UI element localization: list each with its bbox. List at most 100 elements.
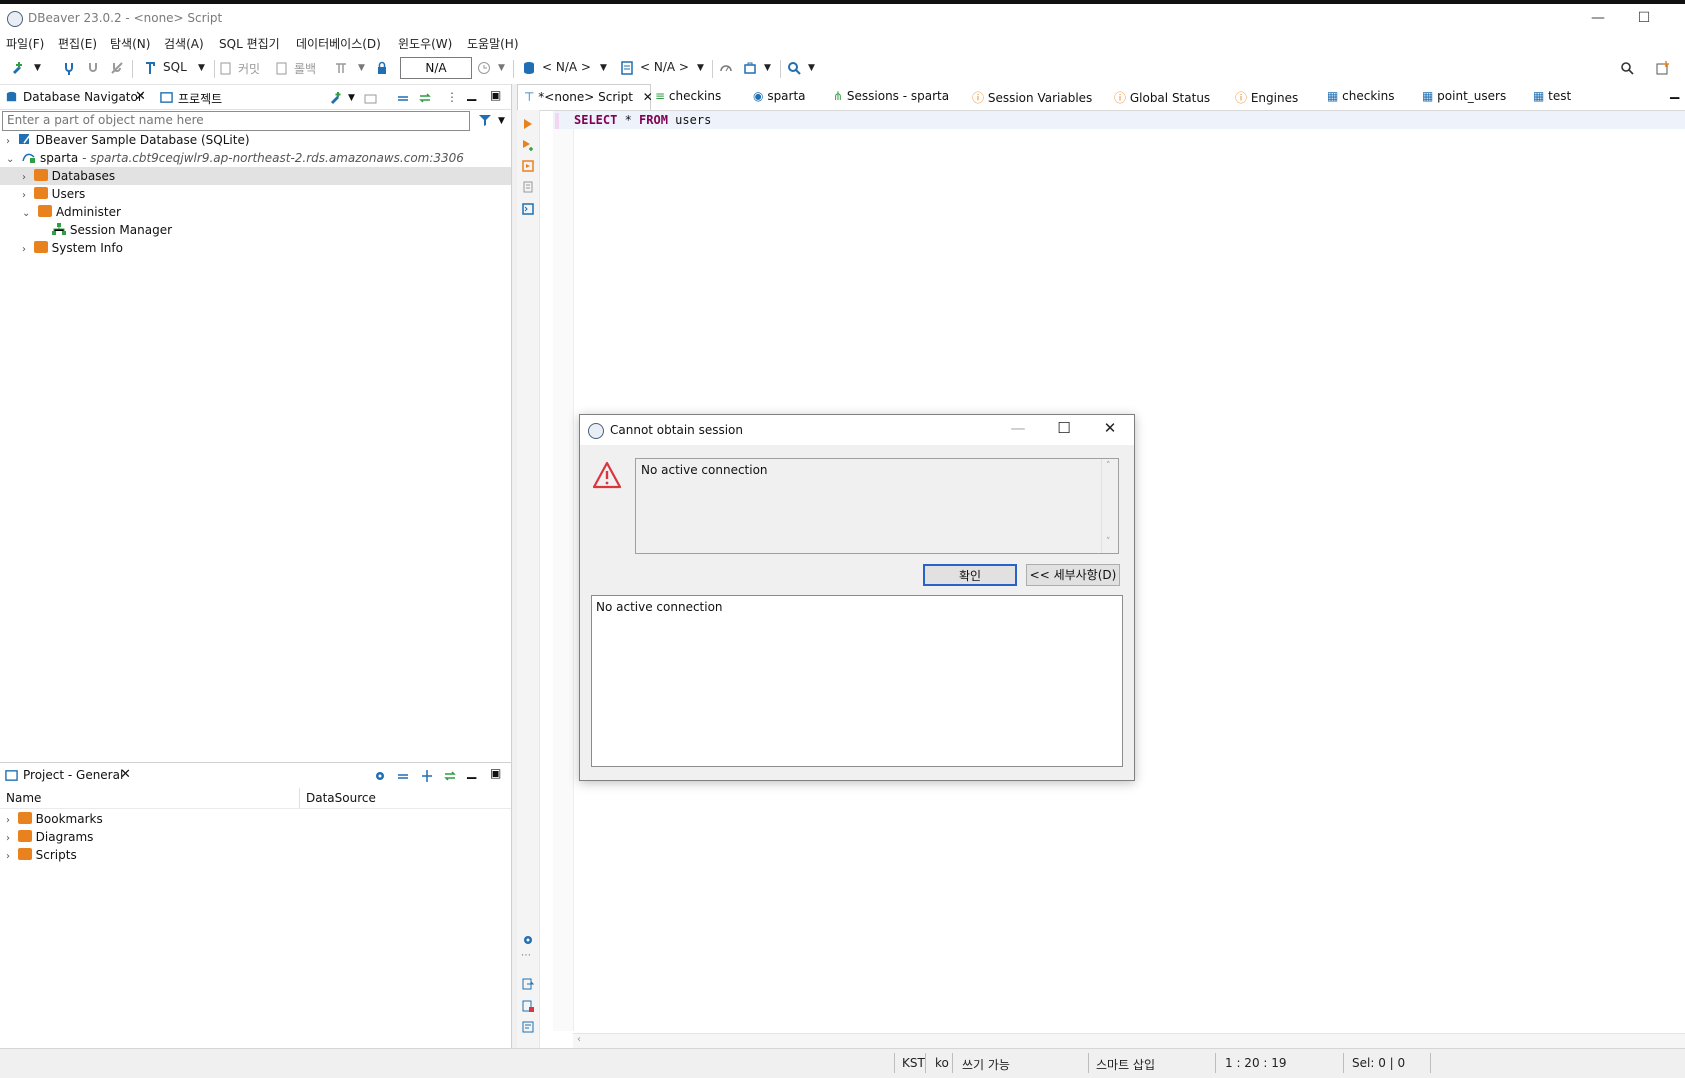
- tree-item[interactable]: › Diagrams: [0, 828, 511, 846]
- column-header-name[interactable]: Name: [6, 791, 41, 805]
- sql-editor-dropdown[interactable]: ▼: [198, 63, 205, 81]
- tab-sparta[interactable]: ◉ sparta: [753, 89, 806, 103]
- tree-item[interactable]: › Bookmarks: [0, 810, 511, 828]
- export-icon[interactable]: [522, 978, 534, 990]
- sql-editor-icon[interactable]: [143, 61, 157, 75]
- schema-dropdown[interactable]: ▼: [697, 63, 704, 81]
- menu-edit[interactable]: 편집(E): [58, 35, 97, 52]
- tab-session-variables[interactable]: ⓘ Session Variables: [972, 89, 1092, 106]
- datasource-dropdown[interactable]: ▼: [600, 63, 607, 81]
- scroll-up-icon[interactable]: ˄: [1106, 461, 1111, 471]
- maximize-view-icon[interactable]: ▣: [490, 88, 501, 102]
- minimize-button[interactable]: —: [1588, 10, 1608, 26]
- horizontal-scrollbar[interactable]: ‹: [573, 1033, 1685, 1048]
- new-connection-icon[interactable]: [328, 91, 342, 105]
- close-icon[interactable]: ✕: [135, 89, 146, 104]
- tools-dropdown[interactable]: ▼: [764, 63, 771, 81]
- tree-item[interactable]: › Scripts: [0, 846, 511, 864]
- active-schema-selector[interactable]: < N/A >: [640, 60, 689, 78]
- execute-in-new-tab-icon[interactable]: [522, 139, 534, 151]
- menu-file[interactable]: 파일(F): [6, 35, 44, 52]
- link-with-editor-icon[interactable]: [443, 769, 457, 783]
- global-search-icon[interactable]: [1620, 61, 1634, 75]
- expand-icon[interactable]: ›: [22, 190, 26, 201]
- tree-item[interactable]: › System Info: [0, 239, 511, 257]
- active-datasource-selector[interactable]: < N/A >: [542, 60, 591, 78]
- collapse-icon[interactable]: ⌄: [6, 154, 14, 165]
- datasource-icon[interactable]: [522, 61, 536, 75]
- commit-icon[interactable]: [219, 61, 233, 75]
- execute-script-icon[interactable]: [522, 160, 534, 172]
- new-connection-dropdown[interactable]: ▼: [348, 93, 355, 103]
- rollback-button[interactable]: 롤백: [294, 60, 316, 78]
- menu-database[interactable]: 데이터베이스(D): [296, 35, 381, 52]
- scroll-down-icon[interactable]: ˅: [1106, 537, 1111, 547]
- tab-project-general[interactable]: Project - General: [23, 768, 123, 782]
- rollback-icon[interactable]: [275, 61, 289, 75]
- filter-dropdown[interactable]: ▼: [498, 116, 505, 126]
- close-button[interactable]: ✕: [1098, 419, 1122, 439]
- settings-gear-icon[interactable]: [522, 934, 534, 946]
- tab-database-navigator[interactable]: Database Navigator: [23, 90, 143, 104]
- transaction-log-field[interactable]: N/A: [400, 57, 472, 79]
- invalidate-icon[interactable]: [110, 61, 124, 75]
- terminal-icon[interactable]: [522, 203, 534, 215]
- disconnect-icon[interactable]: [86, 61, 100, 75]
- details-toggle-button[interactable]: << 세부사항(D): [1026, 564, 1120, 586]
- minimize-view-icon[interactable]: ▁: [467, 87, 476, 101]
- collapse-all-icon[interactable]: [396, 91, 410, 105]
- tree-item[interactable]: › Databases: [0, 167, 511, 185]
- tab-test[interactable]: ▦ test: [1533, 89, 1571, 103]
- menu-window[interactable]: 윈도우(W): [398, 35, 452, 52]
- menu-search[interactable]: 검색(A): [164, 35, 204, 52]
- commit-button[interactable]: 커밋: [238, 60, 260, 78]
- tab-checkins-editor[interactable]: ≡ checkins: [655, 89, 721, 103]
- menu-navigate[interactable]: 탐색(N): [110, 35, 150, 52]
- tab-none-script[interactable]: ⊤ *<none> Script ✕: [517, 84, 653, 110]
- maximize-button[interactable]: ☐: [1052, 419, 1076, 439]
- scroll-left-icon[interactable]: ‹: [577, 1034, 581, 1045]
- tools-icon[interactable]: [743, 61, 757, 75]
- tab-sessions-sparta[interactable]: ⋔ Sessions - sparta: [833, 89, 949, 103]
- schema-icon[interactable]: [620, 61, 634, 75]
- collapse-all-icon[interactable]: [396, 769, 410, 783]
- expand-all-icon[interactable]: [420, 769, 434, 783]
- tab-point-users[interactable]: ▦ point_users: [1422, 89, 1506, 103]
- minimize-view-icon[interactable]: ▁: [467, 765, 476, 779]
- more-actions-icon[interactable]: ⋯: [521, 950, 531, 961]
- problems-icon[interactable]: [522, 1000, 534, 1012]
- close-icon[interactable]: ✕: [643, 90, 653, 104]
- collapse-icon[interactable]: ⌄: [22, 208, 30, 219]
- connect-icon[interactable]: [62, 61, 76, 75]
- settings-gear-icon[interactable]: [373, 769, 387, 783]
- tab-engines[interactable]: ⓘ Engines: [1235, 89, 1298, 106]
- ok-button[interactable]: 확인: [923, 564, 1017, 586]
- view-menu-icon[interactable]: ⋮: [446, 90, 458, 104]
- explain-plan-icon[interactable]: [522, 181, 534, 193]
- tree-item[interactable]: ⌄ Administer: [0, 203, 511, 221]
- output-icon[interactable]: [522, 1021, 534, 1033]
- close-icon[interactable]: ✕: [120, 767, 131, 782]
- tree-item[interactable]: Session Manager: [0, 221, 511, 239]
- tree-item[interactable]: ⌄ sparta - sparta.cbt9ceqjwlr9.ap-northe…: [0, 149, 511, 167]
- transaction-mode-icon[interactable]: [334, 61, 348, 75]
- history-dropdown[interactable]: ▼: [498, 63, 505, 81]
- error-details-area[interactable]: No active connection: [591, 595, 1123, 767]
- expand-icon[interactable]: ›: [6, 851, 10, 862]
- filter-icon[interactable]: [478, 113, 492, 127]
- open-sql-editor-button[interactable]: SQL: [163, 60, 187, 78]
- object-filter-input[interactable]: [3, 112, 471, 128]
- execute-statement-icon[interactable]: [522, 118, 534, 130]
- search-icon[interactable]: [787, 61, 801, 75]
- dashboard-icon[interactable]: [719, 61, 733, 75]
- tab-global-status[interactable]: ⓘ Global Status: [1114, 89, 1210, 106]
- maximize-button[interactable]: ☐: [1634, 10, 1654, 26]
- menu-sql-editor[interactable]: SQL 편집기: [219, 35, 280, 52]
- tree-item[interactable]: › DBeaver Sample Database (SQLite): [0, 131, 511, 149]
- lock-icon[interactable]: [375, 61, 389, 75]
- tab-checkins-table[interactable]: ▦ checkins: [1327, 89, 1395, 103]
- expand-icon[interactable]: ›: [6, 136, 10, 147]
- column-header-datasource[interactable]: DataSource: [306, 791, 376, 805]
- search-dropdown[interactable]: ▼: [808, 63, 815, 81]
- expand-icon[interactable]: ›: [22, 244, 26, 255]
